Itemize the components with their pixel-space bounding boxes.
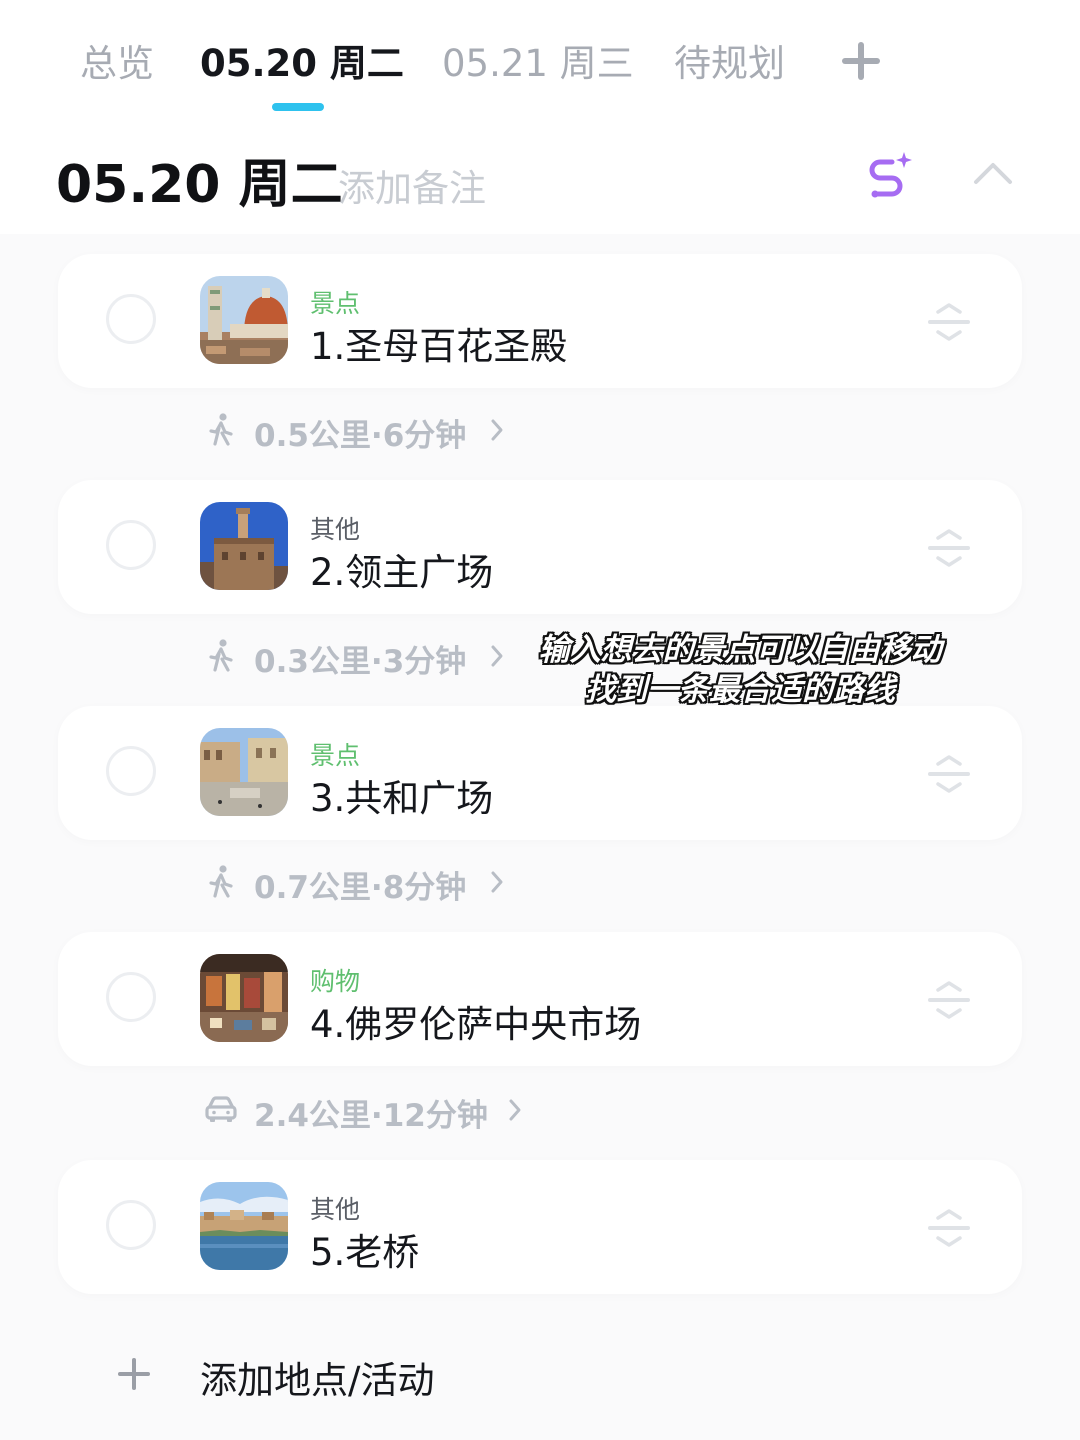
car-icon xyxy=(205,1096,237,1122)
chevron-right-icon xyxy=(491,871,503,893)
walk-icon xyxy=(209,413,233,446)
place-category: 其他 xyxy=(310,515,361,544)
drag-handle[interactable] xyxy=(924,1206,974,1250)
place-name: 5.老桥 xyxy=(310,1231,420,1274)
bridge-photo xyxy=(200,1182,288,1270)
place-checkbox[interactable] xyxy=(106,746,156,796)
palazzo-photo xyxy=(200,502,288,590)
place-name: 2.领主广场 xyxy=(310,551,494,594)
tab-unplanned[interactable]: 待规划 xyxy=(674,38,785,90)
place-checkbox[interactable] xyxy=(106,972,156,1022)
day-header: 05.20 周二 添加备注 xyxy=(0,114,1080,234)
place-name: 1.圣母百花圣殿 xyxy=(310,325,568,368)
transit-distance-time: 2.4公里·12分钟 xyxy=(254,1098,488,1134)
piazza-photo xyxy=(200,728,288,816)
place-card[interactable]: 其他 5.老桥 xyxy=(58,1160,1022,1294)
place-checkbox[interactable] xyxy=(106,520,156,570)
chevron-right-icon xyxy=(509,1099,521,1121)
drag-handle-icon xyxy=(928,303,970,341)
transit-distance-time: 0.3公里·3分钟 xyxy=(254,644,467,680)
drag-handle-icon xyxy=(928,1209,970,1247)
place-name: 3.共和广场 xyxy=(310,777,494,820)
walk-icon xyxy=(209,865,233,898)
caption-line: 输入想去的景点可以自由移动 xyxy=(538,632,942,668)
add-day-button[interactable] xyxy=(840,40,882,82)
drag-handle[interactable] xyxy=(924,300,974,344)
place-card[interactable]: 景点 3.共和广场 xyxy=(58,706,1022,840)
tab-day-0520[interactable]: 05.20 周二 xyxy=(200,38,404,90)
place-checkbox[interactable] xyxy=(106,1200,156,1250)
transit-distance-time: 0.7公里·8分钟 xyxy=(254,870,467,906)
place-checkbox[interactable] xyxy=(106,294,156,344)
tab-overview[interactable]: 总览 xyxy=(80,38,154,90)
video-caption: 输入想去的景点可以自由移动 找到一条最合适的路线 xyxy=(490,630,990,710)
tab-day-0521[interactable]: 05.21 周三 xyxy=(442,38,634,90)
place-name: 4.佛罗伦萨中央市场 xyxy=(310,1003,642,1046)
drag-handle[interactable] xyxy=(924,752,974,796)
place-card[interactable]: 景点 1.圣母百花圣殿 xyxy=(58,254,1022,388)
caption-line: 找到一条最合适的路线 xyxy=(585,672,895,708)
drag-handle[interactable] xyxy=(924,978,974,1022)
add-note-field[interactable]: 添加备注 xyxy=(338,158,486,212)
place-category: 景点 xyxy=(310,289,361,318)
walk-icon xyxy=(209,639,233,672)
transit-distance-time: 0.5公里·6分钟 xyxy=(254,418,467,454)
add-place-button[interactable]: 添加地点/活动 xyxy=(110,1346,610,1406)
plus-icon xyxy=(118,1358,150,1390)
chevron-right-icon xyxy=(491,419,503,441)
place-card[interactable]: 购物 4.佛罗伦萨中央市场 xyxy=(58,932,1022,1066)
place-card[interactable]: 其他 2.领主广场 xyxy=(58,480,1022,614)
drag-handle-icon xyxy=(928,981,970,1019)
place-category: 其他 xyxy=(310,1195,361,1224)
place-category: 购物 xyxy=(310,967,361,996)
drag-handle[interactable] xyxy=(924,526,974,570)
cathedral-photo xyxy=(200,276,288,364)
chevron-up-icon xyxy=(974,163,1012,184)
route-sparkle-icon xyxy=(869,152,912,198)
page-title: 05.20 周二 xyxy=(56,155,343,215)
day-tabs: 总览 05.20 周二 05.21 周三 待规划 xyxy=(0,0,1080,115)
place-category: 景点 xyxy=(310,741,361,770)
add-place-label: 添加地点/活动 xyxy=(200,1359,435,1402)
route-optimize-button[interactable] xyxy=(862,148,916,202)
active-tab-indicator xyxy=(272,103,324,111)
drag-handle-icon xyxy=(928,529,970,567)
drag-handle-icon xyxy=(928,755,970,793)
plus-icon xyxy=(842,42,880,80)
itinerary-list: 景点 1.圣母百花圣殿 0.5公里·6分钟 其他 2.领主广场 0.3公里·3分… xyxy=(0,234,1080,1440)
market-photo xyxy=(200,954,288,1042)
collapse-day-button[interactable] xyxy=(968,152,1018,192)
